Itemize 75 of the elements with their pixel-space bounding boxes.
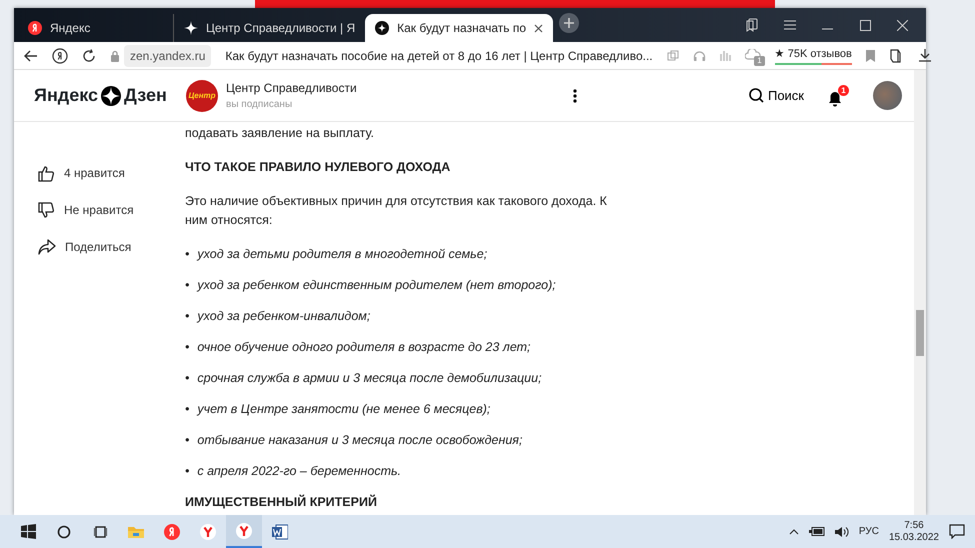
windows-logo-icon (20, 524, 36, 539)
scrollbar-thumb[interactable] (916, 310, 924, 356)
list-item: уход за ребенком единственным родителем (нет второго); (197, 277, 556, 294)
search-circle-icon (57, 524, 71, 538)
page-title: Как будут назначать пособие на детей от 8 до 16 лет | Центр Справедливо... (225, 48, 653, 64)
bullet: • (185, 277, 190, 294)
dislike-button[interactable]: Не нравится (38, 201, 185, 219)
menu-icon[interactable] (784, 20, 796, 30)
zen-star-icon[interactable] (101, 86, 122, 106)
list-item: учет в Центре занятости (не менее 6 месяцев); (197, 401, 490, 418)
channel-avatar[interactable]: Центр (186, 80, 218, 112)
thumbs-down-icon (38, 202, 55, 218)
list-item: очное обучение одного родителя в возрасте до 23 лет; (197, 339, 531, 356)
lock-icon (110, 50, 120, 62)
y-letter-icon (236, 522, 252, 538)
thumbs-up-icon (38, 164, 55, 182)
download-icon[interactable] (918, 49, 931, 62)
like-button[interactable]: 4 нравится (38, 164, 185, 182)
clock-time[interactable]: 7:56 (904, 520, 924, 532)
section-heading: ИМУЩЕСТВЕННЫЙ КРИТЕРИЙ (185, 494, 378, 511)
paragraph: подавать заявление на выплату. (185, 125, 375, 142)
new-tab-button[interactable] (559, 13, 580, 33)
document-w-icon (272, 524, 288, 540)
search-button[interactable]: Поиск (748, 86, 804, 106)
share-button[interactable]: Поделиться (38, 238, 185, 256)
maximize-icon[interactable] (860, 20, 871, 30)
notification-count-badge: 1 (838, 84, 849, 96)
bookmark-icon[interactable] (866, 50, 875, 62)
user-avatar[interactable] (873, 81, 902, 110)
logo-text[interactable]: Дзен (124, 82, 167, 109)
language-indicator[interactable]: РУС (858, 524, 879, 539)
paragraph: Это наличие объективных причин для отсутствия как такового дохода. К ним относятся: (185, 193, 608, 229)
zen-star-icon (375, 21, 390, 35)
bullet: • (185, 370, 190, 387)
yandex-icon (164, 524, 180, 540)
cloud-icon (744, 48, 761, 62)
browser-tab[interactable]: Яндекс (18, 14, 173, 42)
bullet: • (185, 463, 190, 480)
list-item: отбывание наказания и 3 месяца после освобождения; (197, 432, 522, 449)
search-icon (748, 88, 764, 103)
bullet: • (185, 339, 190, 356)
y-letter-icon (200, 524, 216, 540)
extension-count-badge: 1 (754, 56, 765, 66)
close-icon[interactable] (534, 24, 544, 32)
back-arrow-icon[interactable] (24, 50, 38, 62)
bullet: • (185, 246, 190, 263)
bullet: • (185, 432, 190, 449)
bullet: • (185, 401, 190, 418)
browser-tab[interactable]: Как будут назначать по (365, 14, 554, 42)
share-arrow-icon (38, 239, 56, 255)
zen-star-icon (184, 21, 198, 35)
logo-text[interactable]: Яндекс (34, 82, 98, 109)
task-view-icon (94, 524, 106, 538)
reviews-link[interactable]: ★ 75K отзывов (774, 46, 852, 65)
address-field[interactable]: zen.yandex.ru (124, 44, 212, 66)
list-item: уход за ребенком-инвалидом; (197, 308, 370, 325)
more-icon[interactable] (572, 88, 577, 102)
notification-center-icon[interactable] (949, 524, 965, 539)
list-item: срочная служба в армии и 3 месяца после демобилизации; (197, 370, 542, 387)
yandex-icon (28, 21, 42, 35)
chevron-up-icon[interactable] (788, 528, 799, 534)
section-heading: ЧТО ТАКОЕ ПРАВИЛО НУЛЕВОГО ДОХОДА (185, 159, 452, 176)
subscription-status: вы подписаны (226, 98, 294, 112)
clock-date[interactable]: 15.03.2022 (888, 532, 939, 544)
bullet: • (185, 308, 190, 325)
yandex-icon[interactable] (52, 48, 68, 64)
reload-icon[interactable] (82, 48, 96, 62)
battery-icon[interactable] (808, 527, 825, 536)
list-item: с апреля 2022-го – беременность. (197, 463, 402, 480)
bell-icon (828, 90, 842, 106)
volume-icon[interactable] (834, 526, 849, 538)
notifications-button[interactable]: 1 (828, 84, 849, 106)
list-item: уход за детьми родителя в многодетной семье; (197, 246, 488, 263)
bookmarks-icon[interactable] (746, 18, 758, 32)
channel-name[interactable]: Центр Справедливости (226, 79, 357, 97)
